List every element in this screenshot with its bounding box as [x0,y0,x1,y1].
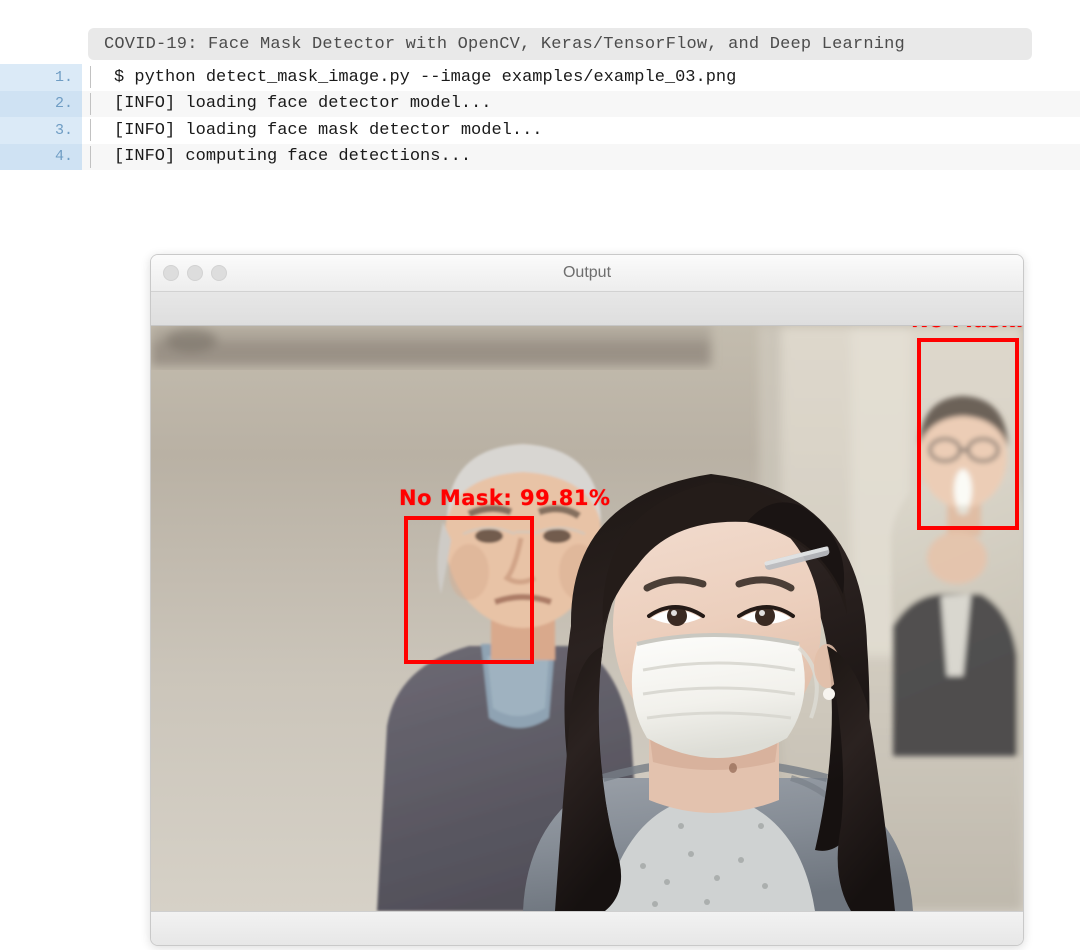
minimize-button-icon[interactable] [187,265,203,281]
code-line-row: 2. [INFO] loading face detector model... [0,90,1080,118]
code-line-row: 1. $ python detect_mask_image.py --image… [0,64,1080,91]
gutter-divider [82,144,98,171]
line-number: 3. [0,117,82,144]
terminal-code-block: 1. $ python detect_mask_image.py --image… [0,64,1080,170]
detection-label: No Mask: 99.81% [399,486,611,510]
zoom-button-icon[interactable] [211,265,227,281]
code-caption-text: COVID-19: Face Mask Detector with OpenCV… [104,34,905,54]
line-number: 4. [0,143,82,170]
window-titlebar[interactable]: Output [151,255,1023,292]
output-window[interactable]: Output No Mask: 99.81% [150,254,1024,946]
window-statusbar [151,911,1023,945]
traffic-light-group [163,265,227,281]
code-line-text: [INFO] computing face detections... [114,147,472,167]
code-caption-bar: COVID-19: Face Mask Detector with OpenCV… [88,28,1032,60]
detection-bounding-box [404,516,534,664]
gutter-divider [82,91,98,118]
window-title: Output [562,264,612,281]
window-toolbar-strip [151,292,1023,326]
code-line-text: [INFO] loading face detector model... [114,94,492,114]
line-number: 1. [0,64,82,91]
code-line-text: $ python detect_mask_image.py --image ex… [114,67,737,87]
code-line-row: 4. [INFO] computing face detections... [0,143,1080,171]
code-line-text: [INFO] loading face mask detector model.… [114,120,543,140]
gutter-divider [82,64,98,91]
detection-label: No Mask: [911,326,1023,332]
photo-image [151,326,1023,911]
detection-image-canvas: No Mask: 99.81% No Mask: [151,326,1023,911]
detection-bounding-box [917,338,1019,530]
close-button-icon[interactable] [163,265,179,281]
gutter-divider [82,117,98,144]
line-number: 2. [0,90,82,117]
code-line-row: 3. [INFO] loading face mask detector mod… [0,117,1080,144]
